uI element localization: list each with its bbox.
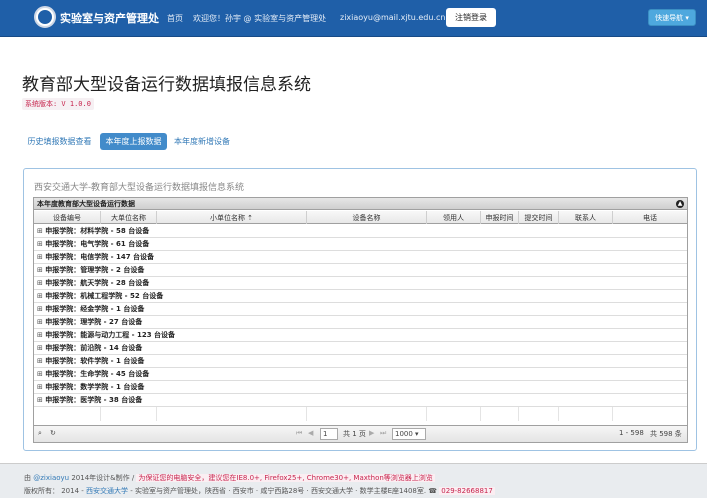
copyright-rest: - 实验室与资产管理处，陕西省 · 西安市 · 咸宁西路28号 · 西安交通大学… xyxy=(130,487,427,495)
grid-caption-text: 本年度教育部大型设备运行数据 xyxy=(37,200,135,208)
chevron-down-icon: ▾ xyxy=(412,430,419,438)
expand-icon[interactable]: ⊞ xyxy=(37,290,43,302)
brand-title[interactable]: 实验室与资产管理处 xyxy=(60,10,159,26)
column-header[interactable]: 电话 xyxy=(613,211,687,224)
expand-icon[interactable]: ⊞ xyxy=(37,303,43,315)
group-row[interactable]: ⊞ 申报学院：航天学院 - 28 台设备 xyxy=(34,277,687,290)
expand-icon[interactable]: ⊞ xyxy=(37,394,43,406)
group-row[interactable]: ⊞ 申报学院：电信学院 - 147 台设备 xyxy=(34,251,687,264)
browser-warning: 为保证您的电脑安全，建议您在IE8.0+, Firefox25+, Chrome… xyxy=(136,474,435,482)
group-row[interactable]: ⊞ 申报学院：管理学院 - 2 台设备 xyxy=(34,264,687,277)
data-grid: 本年度教育部大型设备运行数据 ▲ 设备编号 大单位名称 小单位名称 ⇡ 设备名称… xyxy=(33,197,688,443)
tab-history[interactable]: 历史填报数据查看 xyxy=(22,133,97,150)
column-header[interactable]: 设备名称 xyxy=(307,211,427,224)
record-total: 共 598 条 xyxy=(650,430,682,438)
version-badge: 系统版本: V 1.0.0 xyxy=(22,98,94,110)
page-number-input[interactable]: 1 xyxy=(320,428,338,440)
footer-by: 由 xyxy=(24,474,31,482)
column-header[interactable]: 联系人 xyxy=(559,211,613,224)
quick-nav-button[interactable]: 快速导航 ▾ xyxy=(648,9,696,26)
column-header[interactable]: 申报时间 xyxy=(481,211,519,224)
expand-icon[interactable]: ⊞ xyxy=(37,264,43,276)
column-header[interactable]: 设备编号 xyxy=(34,211,101,224)
refresh-icon[interactable]: ↻ xyxy=(50,429,56,437)
grid-pager: ⌕ ↻ ⏮ ◀ 1 共 1 页 ▶ ⏭ 1000 ▾ 1 - 598 共 598… xyxy=(34,425,687,442)
expand-icon[interactable]: ⊞ xyxy=(37,381,43,393)
nav-home-link[interactable]: 首页 xyxy=(167,13,183,24)
panel-title: 西安交通大学-教育部大型设备运行数据填报信息系统 xyxy=(34,183,245,193)
welcome-text: 欢迎您！孙宇 @ 实验室与资产管理处 xyxy=(193,14,327,23)
group-row[interactable]: ⊞ 申报学院：材料学院 - 58 台设备 xyxy=(34,225,687,238)
prev-page-icon[interactable]: ◀ xyxy=(308,429,313,437)
last-page-icon[interactable]: ⏭ xyxy=(380,429,386,438)
footer-design: 2014年设计&制作 / xyxy=(71,474,135,482)
group-row[interactable]: ⊞ 申报学院：数学学院 - 1 台设备 xyxy=(34,381,687,394)
column-header[interactable]: 领用人 xyxy=(427,211,481,224)
group-row[interactable]: ⊞ 申报学院：能源与动力工程 - 123 台设备 xyxy=(34,329,687,342)
expand-icon[interactable]: ⊞ xyxy=(37,368,43,380)
expand-icon[interactable]: ⊞ xyxy=(37,355,43,367)
group-row[interactable]: ⊞ 申报学院：机械工程学院 - 52 台设备 xyxy=(34,290,687,303)
phone-number: 029-82668817 xyxy=(439,487,495,495)
footer-copyright: 版权所有： 2014 - 西安交通大学 - 实验室与资产管理处，陕西省 · 西安… xyxy=(24,486,495,496)
user-email: zixiaoyu@mail.xjtu.edu.cn xyxy=(340,13,446,22)
copyright-prefix: 版权所有： 2014 - xyxy=(24,487,84,495)
tab-current-year[interactable]: 本年度上报数据 xyxy=(100,133,167,150)
group-row[interactable]: ⊞ 申报学院：医学院 - 38 台设备 xyxy=(34,394,687,407)
total-pages-text: 共 1 页 xyxy=(343,430,366,438)
expand-icon[interactable]: ⊞ xyxy=(37,238,43,250)
university-link[interactable]: 西安交通大学 xyxy=(86,487,128,495)
group-row[interactable]: ⊞ 申报学院：软件学院 - 1 台设备 xyxy=(34,355,687,368)
grid-body: ⊞ 申报学院：材料学院 - 58 台设备 ⊞ 申报学院：电气学院 - 61 台设… xyxy=(34,225,687,421)
expand-icon[interactable]: ⊞ xyxy=(37,342,43,354)
column-header[interactable]: 小单位名称 ⇡ xyxy=(157,211,307,224)
group-row[interactable]: ⊞ 申报学院：前沿院 - 14 台设备 xyxy=(34,342,687,355)
group-row[interactable]: ⊞ 申报学院：经金学院 - 1 台设备 xyxy=(34,303,687,316)
expand-icon[interactable]: ⊞ xyxy=(37,329,43,341)
expand-icon[interactable]: ⊞ xyxy=(37,277,43,289)
rows-per-page-select[interactable]: 1000 ▾ xyxy=(392,428,426,440)
tab-new-equipment[interactable]: 本年度新增设备 xyxy=(170,133,234,150)
column-header[interactable]: 大单位名称 xyxy=(101,211,157,224)
expand-icon[interactable]: ⊞ xyxy=(37,251,43,263)
grid-caption: 本年度教育部大型设备运行数据 ▲ xyxy=(34,198,687,210)
group-row[interactable]: ⊞ 申报学院：电气学院 - 61 台设备 xyxy=(34,238,687,251)
university-logo[interactable] xyxy=(34,6,56,28)
page-footer: 由 @zixiaoyu 2014年设计&制作 / 为保证您的电脑安全，建议您在I… xyxy=(0,463,707,498)
page-title: 教育部大型设备运行数据填报信息系统 xyxy=(22,75,311,95)
chevron-down-icon: ▾ xyxy=(683,13,689,22)
author-link[interactable]: @zixiaoyu xyxy=(33,474,69,482)
logout-button[interactable]: 注销登录 xyxy=(446,8,496,27)
footer-credits: 由 @zixiaoyu 2014年设计&制作 / 为保证您的电脑安全，建议您在I… xyxy=(24,473,435,483)
group-row[interactable]: ⊞ 申报学院：理学院 - 27 台设备 xyxy=(34,316,687,329)
grid-header: 设备编号 大单位名称 小单位名称 ⇡ 设备名称 领用人 申报时间 提交时间 联系… xyxy=(34,211,687,224)
first-page-icon[interactable]: ⏮ xyxy=(296,429,302,438)
group-row[interactable]: ⊞ 申报学院：生命学院 - 45 台设备 xyxy=(34,368,687,381)
column-header[interactable]: 提交时间 xyxy=(519,211,559,224)
expand-icon[interactable]: ⊞ xyxy=(37,316,43,328)
rows-per-page-value: 1000 xyxy=(395,430,413,438)
next-page-icon[interactable]: ▶ xyxy=(369,429,374,437)
phone-icon: ☎ xyxy=(428,487,438,495)
quick-nav-label: 快速导航 xyxy=(655,13,684,22)
record-range: 1 - 598 xyxy=(619,429,644,437)
search-icon[interactable]: ⌕ xyxy=(38,429,42,438)
expand-icon[interactable]: ⊞ xyxy=(37,225,43,237)
collapse-icon[interactable]: ▲ xyxy=(676,200,684,208)
data-panel: 西安交通大学-教育部大型设备运行数据填报信息系统 本年度教育部大型设备运行数据 … xyxy=(23,168,697,451)
top-navbar: 实验室与资产管理处 首页 欢迎您！孙宇 @ 实验室与资产管理处 zixiaoyu… xyxy=(0,0,707,37)
